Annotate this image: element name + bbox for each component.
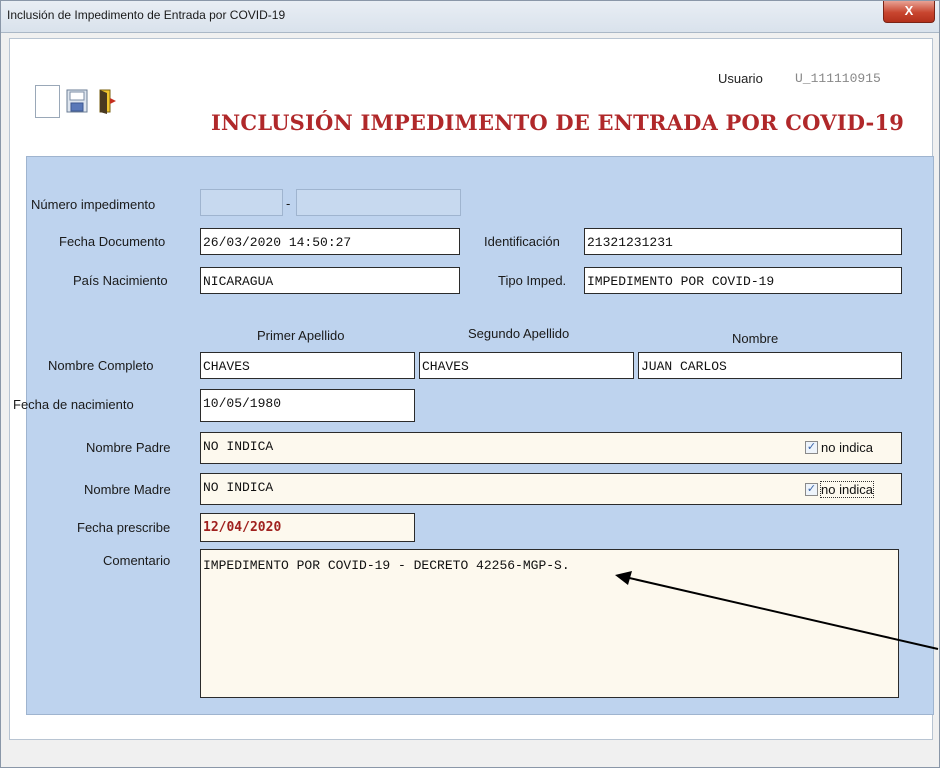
save-icon[interactable] <box>65 85 89 116</box>
padre-input[interactable]: NO INDICA <box>200 432 902 464</box>
padre-label: Nombre Padre <box>86 440 171 455</box>
numero-part1-input[interactable] <box>200 189 283 216</box>
fecha-documento-input[interactable]: 26/03/2020 14:50:27 <box>200 228 460 255</box>
app-window: Inclusión de Impedimento de Entrada por … <box>0 0 940 768</box>
prescribe-label: Fecha prescribe <box>77 520 171 535</box>
close-button[interactable]: X <box>883 1 935 23</box>
user-label: Usuario <box>718 71 763 86</box>
madre-no-indica-checkbox[interactable]: ✓ <box>805 483 818 496</box>
padre-no-indica-label[interactable]: no indica <box>821 440 873 455</box>
nombre-input[interactable]: JUAN CARLOS <box>638 352 902 379</box>
madre-no-indica-label[interactable]: no indica <box>819 481 875 498</box>
nombre-completo-label: Nombre Completo <box>48 358 154 373</box>
title-bar[interactable]: Inclusión de Impedimento de Entrada por … <box>1 1 939 33</box>
tipo-label: Tipo Imped. <box>498 273 567 288</box>
numero-label: Número impedimento <box>31 197 156 212</box>
madre-label: Nombre Madre <box>84 482 171 497</box>
col-nombre: Nombre <box>732 331 779 346</box>
window-title: Inclusión de Impedimento de Entrada por … <box>7 8 286 22</box>
page-title: INCLUSIÓN IMPEDIMENTO DE ENTRADA POR COV… <box>211 110 905 135</box>
primer-apellido-input[interactable]: CHAVES <box>200 352 415 379</box>
tipo-input[interactable]: IMPEDIMENTO POR COVID-19 <box>584 267 902 294</box>
madre-input[interactable]: NO INDICA <box>200 473 902 505</box>
col-segundo-apellido: Segundo Apellido <box>468 326 570 341</box>
numero-separator: - <box>286 196 291 211</box>
prescribe-input[interactable]: 12/04/2020 <box>200 513 415 542</box>
blank-icon[interactable] <box>35 85 60 118</box>
comentario-label: Comentario <box>103 553 171 568</box>
segundo-apellido-input[interactable]: CHAVES <box>419 352 634 379</box>
fecha-nacimiento-label: Fecha de nacimiento <box>13 397 134 412</box>
user-value: U_111110915 <box>795 71 881 86</box>
padre-no-indica-checkbox[interactable]: ✓ <box>805 441 818 454</box>
identificacion-label: Identificación <box>484 234 560 249</box>
fecha-nacimiento-input[interactable]: 10/05/1980 <box>200 389 415 422</box>
col-primer-apellido: Primer Apellido <box>257 328 345 343</box>
identificacion-input[interactable]: 21321231231 <box>584 228 902 255</box>
numero-part2-input[interactable] <box>296 189 461 216</box>
fecha-documento-label: Fecha Documento <box>59 234 166 249</box>
exit-icon[interactable] <box>95 85 119 116</box>
status-bar <box>9 741 931 761</box>
pais-label: País Nacimiento <box>73 273 168 288</box>
annotation-arrow-icon <box>615 571 939 650</box>
pais-input[interactable]: NICARAGUA <box>200 267 460 294</box>
